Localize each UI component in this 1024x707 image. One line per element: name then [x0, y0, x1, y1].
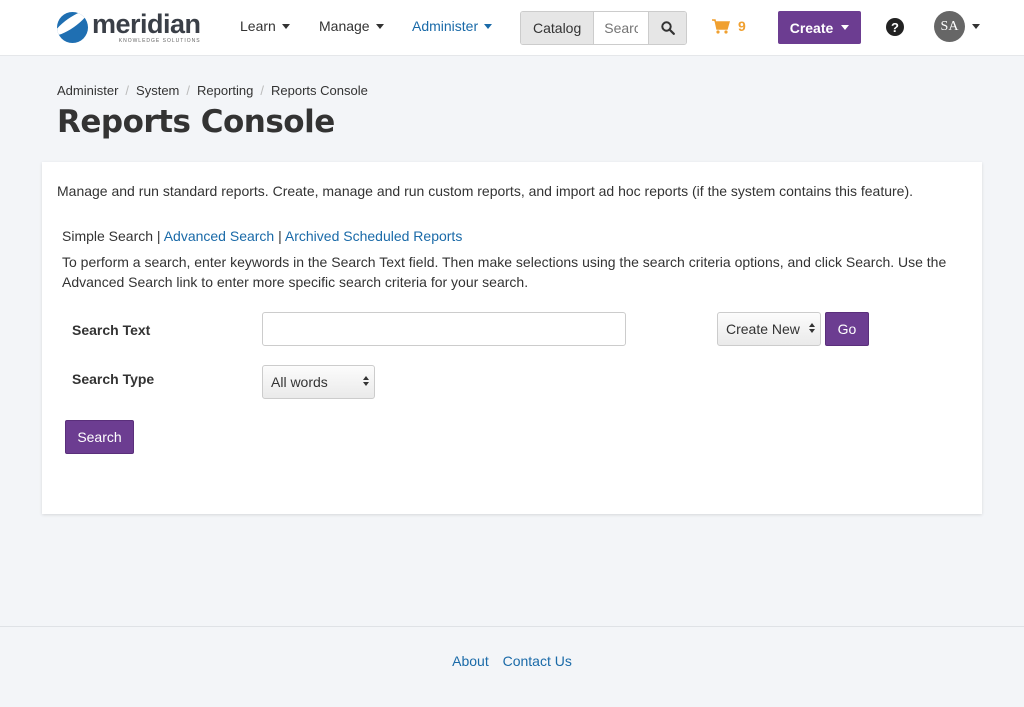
intro-text: Manage and run standard reports. Create,… [57, 183, 913, 199]
reports-console-panel: Manage and run standard reports. Create,… [42, 162, 982, 514]
create-button-label: Create [789, 19, 834, 36]
cart-icon [712, 18, 730, 34]
meridian-logo[interactable]: meridian KNOWLEDGE SOLUTIONS [57, 10, 201, 44]
nav-manage[interactable]: Manage [319, 18, 384, 34]
breadcrumb: Administer / System / Reporting / Report… [57, 83, 368, 98]
footer-divider [0, 626, 1024, 627]
breadcrumb-separator: / [125, 83, 130, 98]
breadcrumb-separator: / [260, 83, 265, 98]
search-icon [661, 21, 675, 35]
page-title: Reports Console [57, 104, 335, 140]
cart-count: 9 [738, 18, 746, 34]
simple-search-label: Simple Search [62, 228, 154, 244]
select-arrows-icon [363, 376, 369, 386]
catalog-button[interactable]: Catalog [521, 12, 595, 44]
search-instructions: To perform a search, enter keywords in t… [62, 254, 947, 290]
select-arrows-icon [809, 323, 815, 333]
search-type-value: All words [271, 374, 328, 390]
footer-links: About Contact Us [0, 653, 1024, 669]
chevron-down-icon [375, 23, 384, 29]
chevron-down-icon [484, 23, 493, 29]
breadcrumb-administer[interactable]: Administer [57, 83, 118, 98]
global-search-input[interactable] [594, 12, 649, 44]
nav-manage-label: Manage [319, 18, 370, 34]
search-type-select[interactable]: All words [262, 365, 375, 399]
footer-contact-link[interactable]: Contact Us [503, 653, 572, 669]
go-button[interactable]: Go [825, 312, 869, 346]
nav-administer[interactable]: Administer [412, 18, 493, 34]
logo-icon [57, 12, 88, 43]
breadcrumb-current: Reports Console [271, 83, 368, 98]
search-text-label: Search Text [72, 322, 151, 338]
top-navbar: meridian KNOWLEDGE SOLUTIONS Learn Manag… [0, 0, 1024, 56]
create-new-select[interactable]: Create New [717, 312, 821, 346]
footer-about-link[interactable]: About [452, 653, 489, 669]
nav-learn[interactable]: Learn [240, 18, 290, 34]
breadcrumb-separator: / [186, 83, 191, 98]
advanced-search-link[interactable]: Advanced Search [164, 228, 275, 244]
search-text-input[interactable] [262, 312, 626, 346]
breadcrumb-reporting[interactable]: Reporting [197, 83, 253, 98]
help-icon[interactable]: ? [886, 18, 904, 36]
avatar[interactable]: SA [934, 11, 965, 42]
create-button[interactable]: Create [778, 11, 861, 44]
cart-button[interactable]: 9 [712, 18, 746, 34]
search-mode-links: Simple Search | Advanced Search | Archiv… [62, 228, 463, 244]
logo-wordmark: meridian [92, 9, 201, 39]
nav-learn-label: Learn [240, 18, 276, 34]
search-submit-button[interactable]: Search [65, 420, 134, 454]
chevron-down-icon[interactable] [972, 24, 980, 29]
create-new-value: Create New [726, 321, 800, 337]
chevron-down-icon [281, 23, 290, 29]
nav-administer-label: Administer [412, 18, 479, 34]
chevron-down-icon [841, 25, 850, 30]
breadcrumb-system[interactable]: System [136, 83, 179, 98]
search-type-label: Search Type [72, 371, 155, 387]
search-button[interactable] [648, 12, 687, 44]
archived-reports-link[interactable]: Archived Scheduled Reports [285, 228, 462, 244]
global-search: Catalog [520, 11, 688, 45]
